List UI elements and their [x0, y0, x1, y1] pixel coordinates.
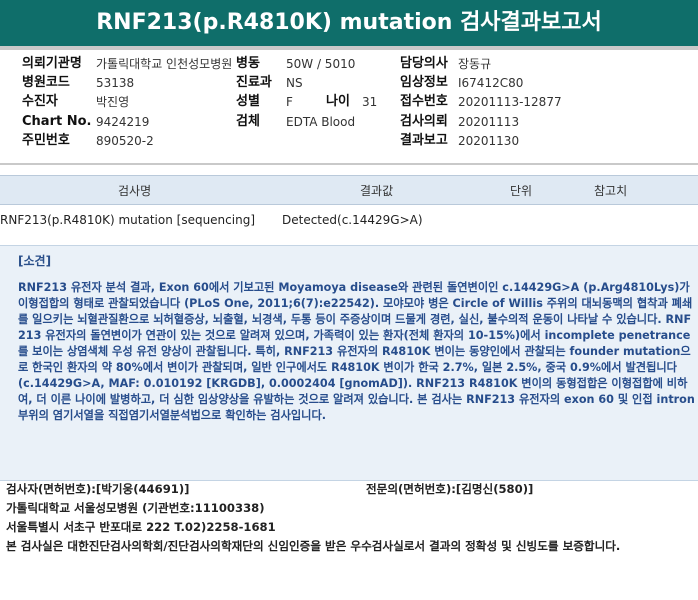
patient-info-panel: 의뢰기관명 가톨릭대학교 인천성모병원 병동 50W / 5010 담당의사 장…	[0, 52, 698, 162]
report-title: RNF213(p.R4810K) mutation 검사결과보고서	[0, 0, 698, 46]
header-result: 결과값	[360, 184, 394, 198]
specimen-label: 검체	[236, 114, 260, 129]
doctor-value: 장동규	[458, 57, 492, 71]
certification-statement: 본 검사실은 대한진단검사의학회/진단검사의학재단의 신임인증을 받은 우수검사…	[6, 539, 621, 553]
specimen-value: EDTA Blood	[286, 115, 356, 129]
institution-label: 의뢰기관명	[22, 56, 82, 71]
age-value: 31	[362, 95, 378, 109]
row-result: Detected(c.14429G>A)	[282, 213, 423, 227]
report-label: 결과보고	[400, 133, 448, 148]
info-divider	[0, 163, 698, 165]
sex-label: 성별	[236, 94, 260, 109]
row-test-name: RNF213(p.R4810K) mutation [sequencing]	[0, 213, 255, 227]
hospital-code-value: 53138	[96, 76, 135, 90]
report-value: 20201130	[458, 134, 520, 148]
table-row: RNF213(p.R4810K) mutation [sequencing] D…	[0, 208, 698, 234]
title-divider	[0, 46, 698, 50]
sex-value: F	[286, 95, 293, 109]
hospital-name: 가톨릭대학교 서울성모병원 (기관번호:11100338)	[6, 501, 265, 515]
hospital-code-label: 병원코드	[22, 75, 70, 90]
comment-body: RNF213 유전자 분석 결과, Exon 60에서 기보고된 Moyamoy…	[18, 281, 695, 422]
examinee-label: 수진자	[22, 94, 58, 109]
ward-label: 병동	[236, 56, 260, 71]
examiner-signature: 검사자(면허번호):[박기웅(44691)]	[6, 482, 190, 496]
header-reference: 참고치	[594, 184, 628, 198]
comment-panel: [소견] RNF213 유전자 분석 결과, Exon 60에서 기보고된 Mo…	[0, 245, 698, 481]
clinical-value: I67412C80	[458, 76, 524, 90]
specialist-signature: 전문의(면허번호):[김명신(580)]	[366, 482, 534, 496]
dept-label: 진료과	[236, 75, 272, 90]
clinical-label: 임상정보	[400, 75, 448, 90]
id-value: 890520-2	[96, 134, 154, 148]
header-test: 검사명	[118, 184, 152, 198]
receipt-value: 20201113-12877	[458, 95, 562, 109]
request-value: 20201113	[458, 115, 520, 129]
results-table-header: 검사명 결과값 단위 참고치	[0, 175, 698, 205]
chart-value: 9424219	[96, 115, 150, 129]
request-label: 검사의뢰	[400, 114, 448, 129]
receipt-label: 접수번호	[400, 94, 448, 109]
institution-value: 가톨릭대학교 인천성모병원	[96, 57, 233, 71]
header-unit: 단위	[510, 184, 533, 198]
comment-heading: [소견]	[18, 254, 52, 268]
hospital-address: 서울특별시 서초구 반포대로 222 T.02)2258-1681	[6, 520, 276, 534]
age-label: 나이	[326, 94, 350, 109]
chart-label: Chart No.	[22, 114, 92, 129]
dept-value: NS	[286, 76, 303, 90]
doctor-label: 담당의사	[400, 56, 448, 71]
examinee-value: 박진영	[96, 95, 130, 109]
ward-value: 50W / 5010	[286, 57, 356, 71]
id-label: 주민번호	[22, 133, 70, 148]
